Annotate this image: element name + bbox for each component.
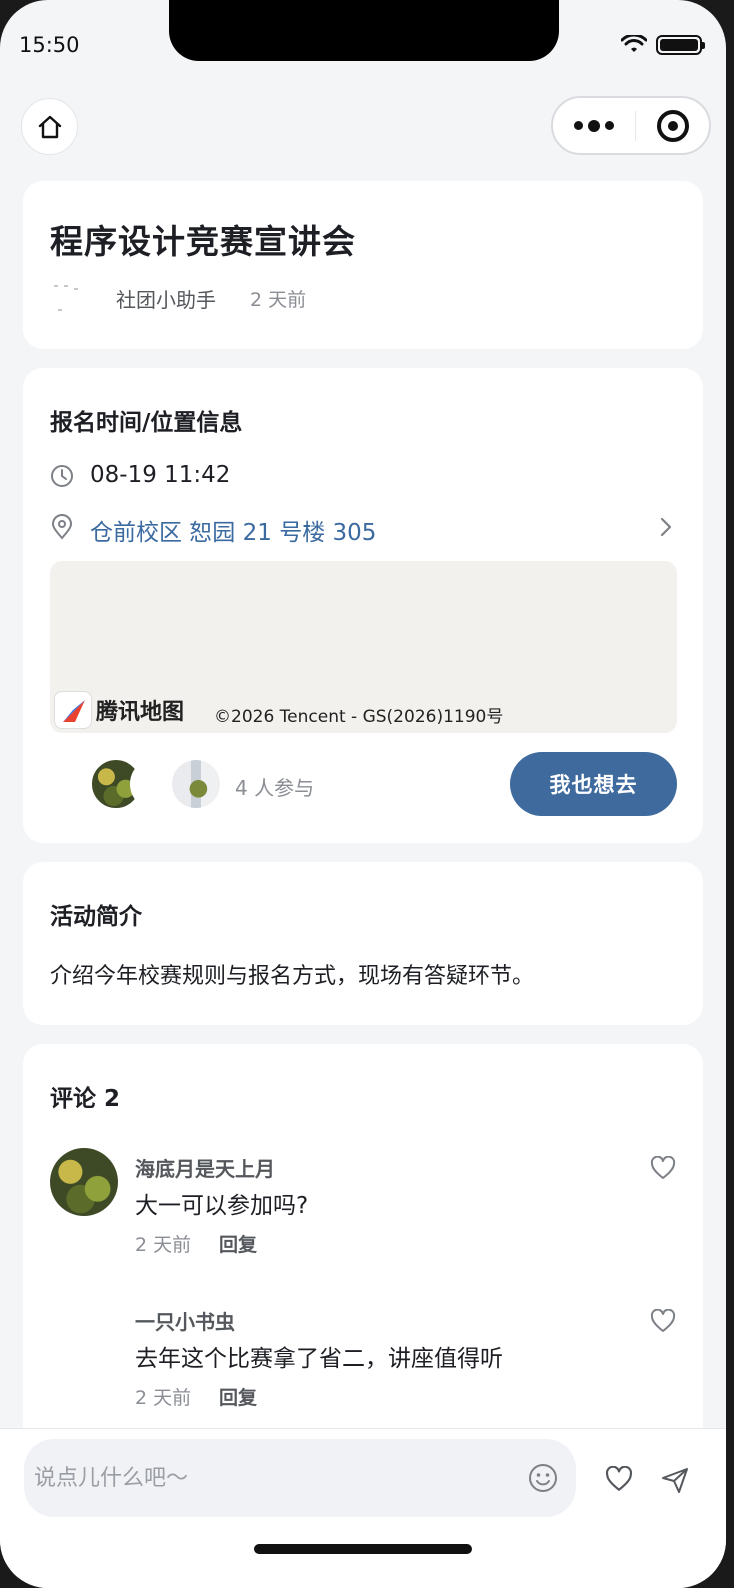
home-button[interactable] — [21, 98, 78, 155]
comment-text: 去年这个比赛拿了省二，讲座值得听 — [135, 1346, 503, 1372]
participant-avatars[interactable] — [50, 758, 222, 810]
event-location-link[interactable]: 仓前校区 恕园 21 号楼 305 — [90, 513, 376, 547]
comment-author[interactable]: 一只小书虫 — [135, 1306, 235, 1335]
comment-avatar[interactable] — [50, 1301, 118, 1369]
comment-item: 海底月是天上月 大一可以参加吗? 2 天前 回复 — [50, 1148, 676, 1258]
notch — [169, 0, 559, 61]
more-dots-icon[interactable] — [573, 119, 614, 132]
mini-program-capsule — [551, 96, 711, 155]
comment-input[interactable] — [34, 1455, 514, 1501]
comment-text: 大一可以参加吗? — [135, 1193, 309, 1219]
home-indicator — [254, 1544, 472, 1554]
author-name[interactable]: 社团小助手 — [116, 284, 216, 313]
home-icon — [38, 115, 61, 138]
phone-screen: 15:50 程序设计竞赛宣讲会 社团小助手 2 天前 报名时间/位置信息 08-… — [0, 0, 726, 1588]
comments-section-title: 评论 2 — [50, 1086, 121, 1112]
comment-time: 2 天前 — [135, 1387, 192, 1409]
participant-count: 4 人参与 — [235, 776, 315, 800]
comments-card: 评论 2 海底月是天上月 大一可以参加吗? 2 天前 回复 一只小书虫 去年这个… — [23, 1044, 703, 1464]
heart-icon[interactable] — [650, 1309, 676, 1333]
clock-icon — [51, 465, 73, 487]
author-avatar[interactable] — [50, 279, 102, 323]
map-copyright: ©2026 Tencent - GS(2026)1190号 — [214, 707, 504, 727]
intro-card: 活动简介 介绍今年校赛规则与报名方式，现场有答疑环节。 — [23, 862, 703, 1025]
comment-avatar[interactable] — [50, 1148, 118, 1216]
capsule-divider — [634, 110, 636, 141]
post-time: 2 天前 — [250, 289, 307, 311]
map-logo: 腾讯地图 — [54, 691, 184, 729]
comment-time: 2 天前 — [135, 1234, 192, 1256]
status-time: 15:50 — [19, 33, 80, 57]
emoji-icon[interactable] — [528, 1463, 558, 1493]
status-icons — [621, 35, 705, 55]
map-logo-text: 腾讯地图 — [96, 700, 185, 725]
comment-reply-button[interactable]: 回复 — [219, 1230, 257, 1257]
event-title: 程序设计竞赛宣讲会 — [50, 222, 356, 261]
wifi-icon — [621, 35, 647, 52]
comment-author[interactable]: 海底月是天上月 — [135, 1153, 275, 1182]
info-card: 报名时间/位置信息 08-19 11:42 仓前校区 恕园 21 号楼 305 … — [23, 368, 703, 843]
battery-icon — [656, 35, 705, 55]
avatar — [170, 758, 222, 810]
heart-icon[interactable] — [650, 1156, 676, 1180]
tencent-map-logo-icon — [54, 691, 92, 729]
join-button[interactable]: 我也想去 — [510, 752, 677, 816]
heart-icon[interactable] — [605, 1466, 633, 1492]
comment-item: 一只小书虫 去年这个比赛拿了省二，讲座值得听 2 天前 回复 — [50, 1301, 676, 1411]
intro-section-title: 活动简介 — [50, 904, 142, 930]
location-map[interactable]: 腾讯地图 ©2026 Tencent - GS(2026)1190号 — [50, 561, 677, 733]
event-time: 08-19 11:42 — [90, 462, 231, 488]
info-section-title: 报名时间/位置信息 — [50, 410, 243, 436]
comment-input-box[interactable] — [24, 1439, 576, 1517]
comment-reply-button[interactable]: 回复 — [219, 1383, 257, 1410]
target-close-icon[interactable] — [656, 109, 689, 142]
location-pin-icon — [51, 514, 73, 540]
comment-composer — [0, 1428, 726, 1588]
intro-text: 介绍今年校赛规则与报名方式，现场有答疑环节。 — [50, 964, 535, 989]
event-header-card: 程序设计竞赛宣讲会 社团小助手 2 天前 — [23, 181, 703, 349]
send-icon[interactable] — [660, 1466, 690, 1494]
chevron-right-icon[interactable] — [659, 516, 673, 538]
